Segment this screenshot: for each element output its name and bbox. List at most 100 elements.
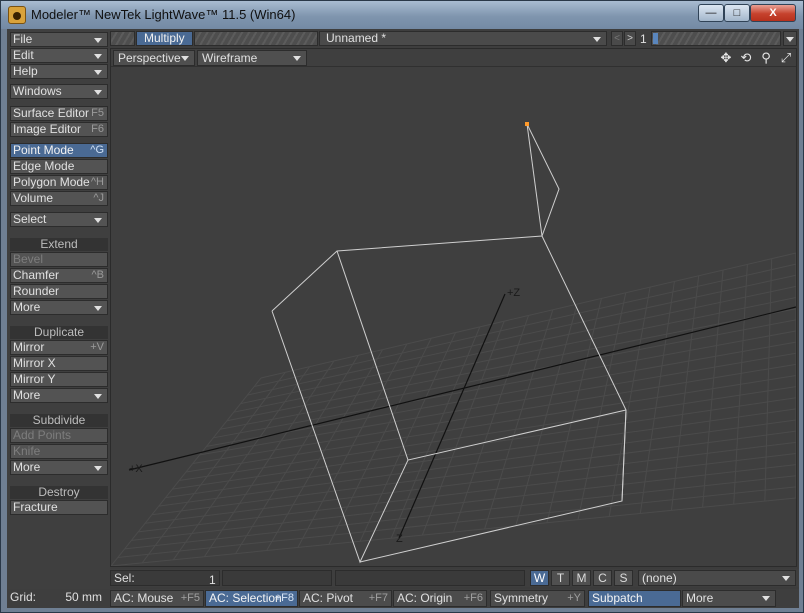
active-layer-indicator[interactable] (653, 33, 658, 44)
mirror-x-button[interactable]: Mirror X (10, 356, 108, 371)
toolbar-menu-button[interactable] (783, 31, 797, 46)
bevel-button[interactable]: Bevel (10, 252, 108, 267)
volume-mode-button[interactable]: Volume ^J (10, 191, 108, 206)
add-points-button[interactable]: Add Points (10, 428, 108, 443)
mirror-shortcut: +V (90, 341, 104, 353)
surface-editor-button[interactable]: Surface Editor F5 (10, 106, 108, 121)
vmap-select[interactable]: (none) (638, 570, 796, 586)
add-points-label: Add Points (13, 428, 72, 442)
chevron-down-icon (593, 37, 601, 42)
image-editor-label: Image Editor (13, 122, 82, 136)
subdivide-more-label: More (13, 460, 41, 474)
wtmcs-w-button[interactable]: W (530, 570, 549, 586)
ac-pivot-button[interactable]: AC: Pivot +F7 (299, 590, 392, 607)
view-projection-select[interactable]: Perspective (113, 50, 195, 66)
ac-origin-shortcut: +F6 (463, 592, 483, 604)
extend-more-button[interactable]: More (10, 300, 108, 315)
grid-line (670, 275, 700, 511)
ac-selection-shortcut: +F8 (274, 592, 294, 604)
edge-mode-label: Edge Mode (13, 159, 75, 173)
subpatch-button[interactable]: Subpatch (588, 590, 681, 607)
rotate-view-icon[interactable]: ⟲ (737, 50, 755, 66)
x-axis-line (128, 306, 796, 471)
x-axis-label: +X (129, 463, 143, 475)
ac-mouse-button[interactable]: AC: Mouse +F5 (110, 590, 204, 607)
ac-origin-button[interactable]: AC: Origin +F6 (393, 590, 487, 607)
title-bar[interactable]: Modeler™ NewTek LightWave™ 11.5 (Win64) … (1, 1, 803, 29)
mesh-edge (526, 123, 543, 237)
select-menu-button[interactable]: Select (10, 212, 108, 227)
viewport-canvas[interactable]: +X +Z Z (111, 68, 796, 566)
ac-pivot-shortcut: +F7 (368, 592, 388, 604)
select-menu-label: Select (13, 212, 47, 226)
tab-strip-other[interactable] (194, 31, 318, 46)
tab-strip-left[interactable] (110, 31, 135, 46)
mirror-button[interactable]: Mirror +V (10, 340, 108, 355)
move-view-icon[interactable]: ✥ (717, 50, 735, 66)
image-editor-button[interactable]: Image Editor F6 (10, 122, 108, 137)
z-axis-bottom-label: Z (396, 533, 403, 545)
render-mode-select[interactable]: Wireframe (197, 50, 307, 66)
wtmcs-t-button[interactable]: T (551, 570, 570, 586)
bevel-label: Bevel (13, 252, 44, 266)
tab-multiply[interactable]: Multiply (136, 31, 193, 46)
perspective-viewport[interactable]: Perspective Wireframe ✥ ⟲ ⚲ ⤢ +X +Z Z (110, 48, 797, 567)
knife-button[interactable]: Knife (10, 444, 108, 459)
ac-selection-label: AC: Selection (209, 591, 282, 605)
document-select[interactable]: Unnamed * (319, 31, 607, 46)
zoom-view-icon[interactable]: ⚲ (757, 50, 775, 66)
ac-selection-button[interactable]: AC: Selection +F8 (205, 590, 298, 607)
next-layer-button[interactable]: > (624, 31, 636, 46)
chevron-down-icon (293, 56, 301, 61)
windows-menu-button[interactable]: Windows (10, 84, 108, 99)
selection-count-field: Sel: 1 (110, 570, 220, 587)
point-mode-label: Point Mode (13, 143, 74, 157)
chevron-down-icon (181, 56, 189, 61)
chevron-down-icon (94, 466, 102, 471)
rounder-button[interactable]: Rounder (10, 284, 108, 299)
document-name: Unnamed * (326, 31, 387, 45)
wtmcs-m-button[interactable]: M (572, 570, 591, 586)
wtmcs-c-button[interactable]: C (593, 570, 612, 586)
status-more-button[interactable]: More (682, 590, 776, 607)
wtmcs-s-button[interactable]: S (614, 570, 633, 586)
edge-mode-button[interactable]: Edge Mode (10, 159, 108, 174)
polygon-mode-button[interactable]: Polygon Mode ^H (10, 175, 108, 190)
mesh-edge (271, 123, 560, 312)
mirror-label: Mirror (13, 340, 45, 354)
duplicate-more-button[interactable]: More (10, 388, 108, 403)
extend-more-label: More (13, 300, 41, 314)
grid-line (158, 419, 796, 507)
minimize-button[interactable]: — (698, 4, 724, 22)
file-menu-button[interactable]: File (10, 32, 108, 47)
status-more-label: More (686, 591, 714, 605)
viewport-header: Perspective Wireframe ✥ ⟲ ⚲ ⤢ (111, 49, 796, 67)
maximize-view-icon[interactable]: ⤢ (777, 50, 795, 66)
view-projection-label: Perspective (118, 51, 181, 65)
subdivide-more-button[interactable]: More (10, 460, 108, 475)
fracture-button[interactable]: Fracture (10, 500, 108, 515)
file-menu-label: File (13, 32, 33, 46)
volume-mode-shortcut: ^J (93, 192, 104, 204)
help-menu-button[interactable]: Help (10, 64, 108, 79)
vmap-select-value: (none) (642, 571, 677, 585)
ac-mouse-shortcut: +F5 (180, 592, 200, 604)
symmetry-button[interactable]: Symmetry +Y (490, 590, 585, 607)
sel-label: Sel: (114, 571, 135, 585)
mirror-y-button[interactable]: Mirror Y (10, 372, 108, 387)
mirror-y-label: Mirror Y (13, 372, 56, 386)
maximize-button[interactable]: □ (724, 4, 750, 22)
edit-menu-button[interactable]: Edit (10, 48, 108, 63)
layer-buttons[interactable] (651, 31, 781, 46)
lightwave-app-icon[interactable] (8, 6, 26, 24)
rounder-label: Rounder (13, 284, 60, 298)
point-mode-button[interactable]: Point Mode ^G (10, 143, 108, 158)
chamfer-button[interactable]: Chamfer ^B (10, 268, 108, 283)
tool-sidebar: File Edit Help Windows Surface Editor F5 … (7, 29, 110, 589)
prev-layer-button[interactable]: < (611, 31, 623, 46)
grid-line (111, 497, 796, 566)
surface-editor-shortcut: F5 (91, 107, 104, 119)
close-button[interactable]: X (750, 4, 796, 22)
destroy-header: Destroy (10, 486, 108, 499)
selected-point[interactable] (525, 122, 529, 126)
